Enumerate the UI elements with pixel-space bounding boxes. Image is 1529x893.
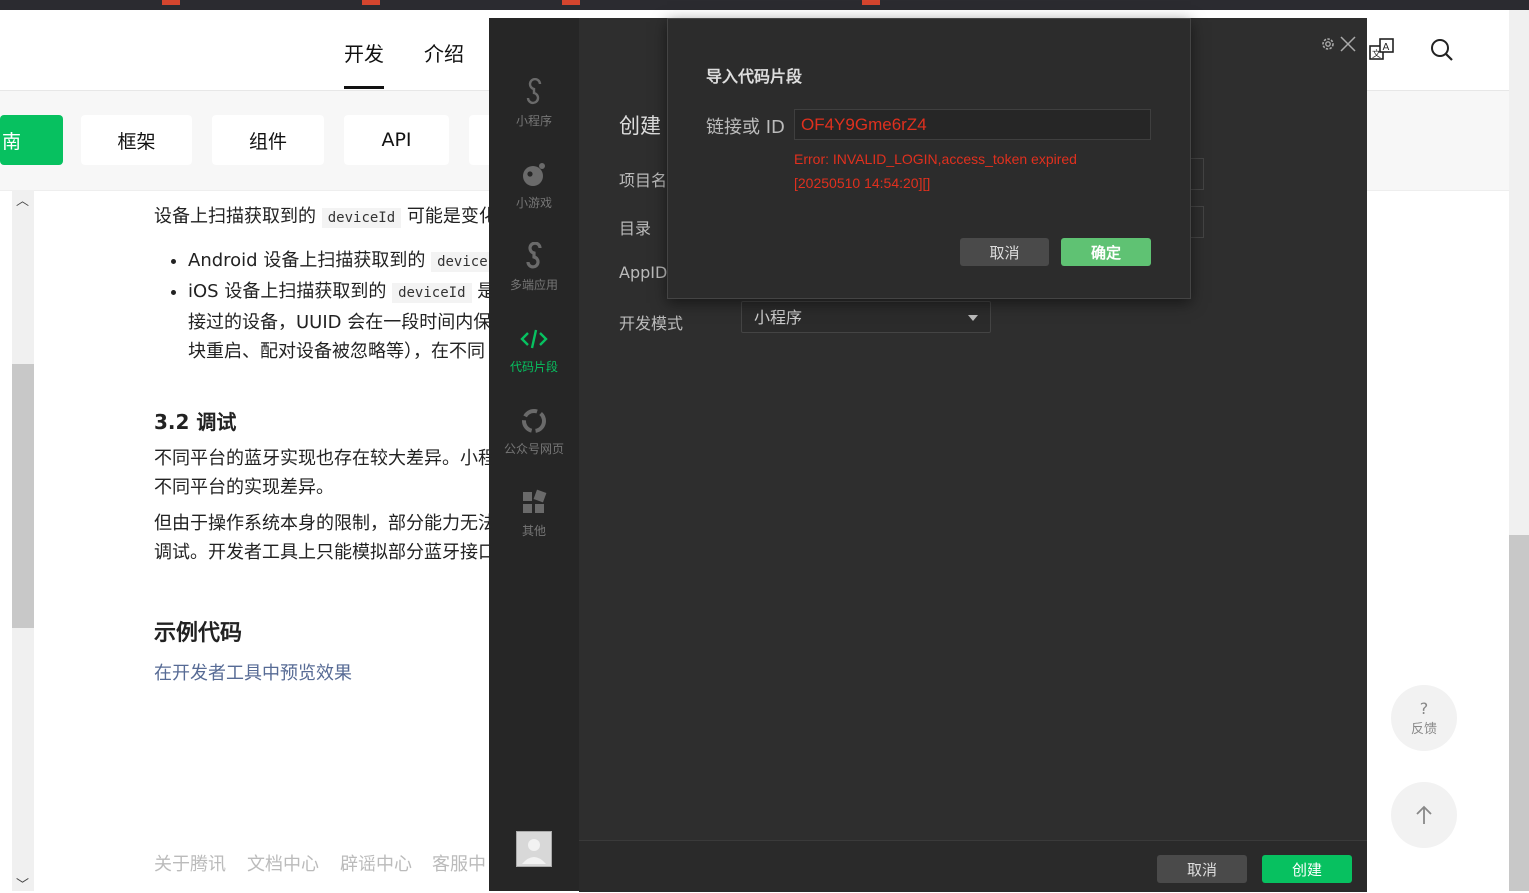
multiplatform-icon <box>526 242 542 269</box>
code-snippet-icon <box>520 329 548 349</box>
close-icon[interactable] <box>1339 35 1357 53</box>
settings-icon[interactable] <box>1319 35 1337 53</box>
cancel-button[interactable]: 取消 <box>1157 855 1247 883</box>
user-avatar[interactable] <box>516 831 552 867</box>
devtools-footer: 取消 创建 <box>579 840 1367 892</box>
other-icon <box>523 489 547 513</box>
question-icon: ? <box>1419 699 1429 718</box>
error-message: Error: INVALID_LOGIN,access_token expire… <box>794 147 1134 195</box>
sidebar-item-multiplatform[interactable]: 多端应用 <box>489 236 579 306</box>
scroll-down-icon[interactable]: ﹀ <box>16 874 29 893</box>
import-snippet-dialog: 导入代码片段 链接或 ID OF4Y9Gme6rZ4 Error: INVALI… <box>667 18 1191 299</box>
feedback-label: 反馈 <box>1410 722 1437 737</box>
dialog-cancel-button[interactable]: 取消 <box>960 238 1049 266</box>
devtools-sidebar: 小程序 小游戏 多端应用 代码片段 公众号网页 其他 <box>489 18 579 891</box>
sidebar-item-other[interactable]: 其他 <box>489 482 579 552</box>
doc-paragraph: 不同平台的蓝牙实现也存在较大差异。小程 不同平台的实现差异。 <box>154 448 496 498</box>
tab-intro[interactable]: 介绍 <box>424 38 464 67</box>
chevron-down-icon <box>968 315 978 321</box>
scrollbar-thumb[interactable] <box>12 364 34 628</box>
official-account-icon <box>522 409 546 433</box>
svg-text:A: A <box>1383 42 1390 53</box>
sidebar-item-label: 小程序 <box>515 114 552 128</box>
error-line: Error: INVALID_LOGIN,access_token expire… <box>794 151 1077 167</box>
translate-icon[interactable]: A 文 <box>1368 36 1396 64</box>
dev-mode-label: 开发模式 <box>619 314 684 333</box>
appid-label: AppID <box>619 263 668 282</box>
browser-tab-strip <box>0 0 1529 10</box>
error-line: [20250510 14:54:20][] <box>794 175 931 191</box>
tab-favicon <box>562 0 580 5</box>
section-heading: 3.2 调试 <box>154 410 237 434</box>
doc-scrollbar[interactable]: ︿ ﹀ <box>12 190 34 893</box>
project-name-label: 项目名 <box>619 171 668 190</box>
feedback-button[interactable]: ? 反馈 <box>1391 685 1457 751</box>
sidebar-item-miniprogram[interactable]: 小程序 <box>489 72 579 142</box>
chip-framework[interactable]: 框架 <box>81 115 192 165</box>
directory-label: 目录 <box>619 219 652 238</box>
sidebar-item-label: 多端应用 <box>509 278 558 292</box>
footer-link-about[interactable]: 关于腾讯 <box>154 850 226 876</box>
doc-paragraph: 但由于操作系统本身的限制，部分能力无法 调试。开发者工具上只能模拟部分蓝牙接口 <box>154 513 496 563</box>
arrow-up-icon <box>1416 805 1432 824</box>
svg-text:文: 文 <box>1372 48 1381 60</box>
sidebar-item-code-snippet[interactable]: 代码片段 <box>489 318 579 388</box>
example-code-heading: 示例代码 <box>154 621 243 646</box>
footer-link-docs[interactable]: 文档中心 <box>247 850 319 876</box>
chip-guide[interactable]: 南 <box>0 115 63 165</box>
page-scrollbar[interactable] <box>1509 10 1529 891</box>
sidebar-item-minigame[interactable]: 小游戏 <box>489 154 579 224</box>
link-or-id-input[interactable]: OF4Y9Gme6rZ4 <box>794 109 1151 140</box>
sidebar-item-label: 小游戏 <box>515 196 552 210</box>
create-project-title: 创建 <box>619 114 661 138</box>
list-item: iOS 设备上扫描获取到的 deviceId 是接过的设备，UUID 会在一段时… <box>188 277 528 366</box>
create-button[interactable]: 创建 <box>1262 855 1352 883</box>
dialog-title: 导入代码片段 <box>706 67 803 86</box>
avatar-icon <box>522 839 546 864</box>
chip-api[interactable]: API <box>344 115 449 165</box>
dialog-confirm-button[interactable]: 确定 <box>1061 238 1151 266</box>
doc-paragraph: 设备上扫描获取到的 deviceId 可能是变化 <box>154 206 497 228</box>
sidebar-item-official-account[interactable]: 公众号网页 <box>489 400 579 470</box>
page-scrollbar-thumb[interactable] <box>1509 535 1529 891</box>
tab-develop[interactable]: 开发 <box>344 38 384 89</box>
dev-mode-value: 小程序 <box>754 308 803 327</box>
link-or-id-label: 链接或 ID <box>706 117 785 138</box>
list-item: Android 设备上扫描获取到的 deviceI <box>188 246 528 277</box>
tab-favicon <box>862 0 880 5</box>
sidebar-item-label: 代码片段 <box>509 360 558 374</box>
footer-link-service[interactable]: 客服中 <box>432 850 486 876</box>
scroll-up-icon[interactable]: ︿ <box>16 190 29 209</box>
sidebar-item-label: 其他 <box>521 524 546 538</box>
minigame-icon <box>523 163 545 186</box>
dev-mode-select[interactable]: 小程序 <box>741 301 991 333</box>
doc-list: Android 设备上扫描获取到的 deviceI iOS 设备上扫描获取到的 … <box>154 246 528 366</box>
footer-link-rumor[interactable]: 辟谣中心 <box>340 850 412 876</box>
preview-in-devtools-link[interactable]: 在开发者工具中预览效果 <box>154 659 352 685</box>
chip-components[interactable]: 组件 <box>212 115 324 165</box>
tab-favicon <box>162 0 180 5</box>
miniprogram-icon <box>526 78 542 105</box>
search-icon[interactable] <box>1428 36 1456 64</box>
sidebar-item-label: 公众号网页 <box>503 442 564 456</box>
back-to-top-button[interactable] <box>1391 782 1457 848</box>
tab-favicon <box>362 0 380 5</box>
